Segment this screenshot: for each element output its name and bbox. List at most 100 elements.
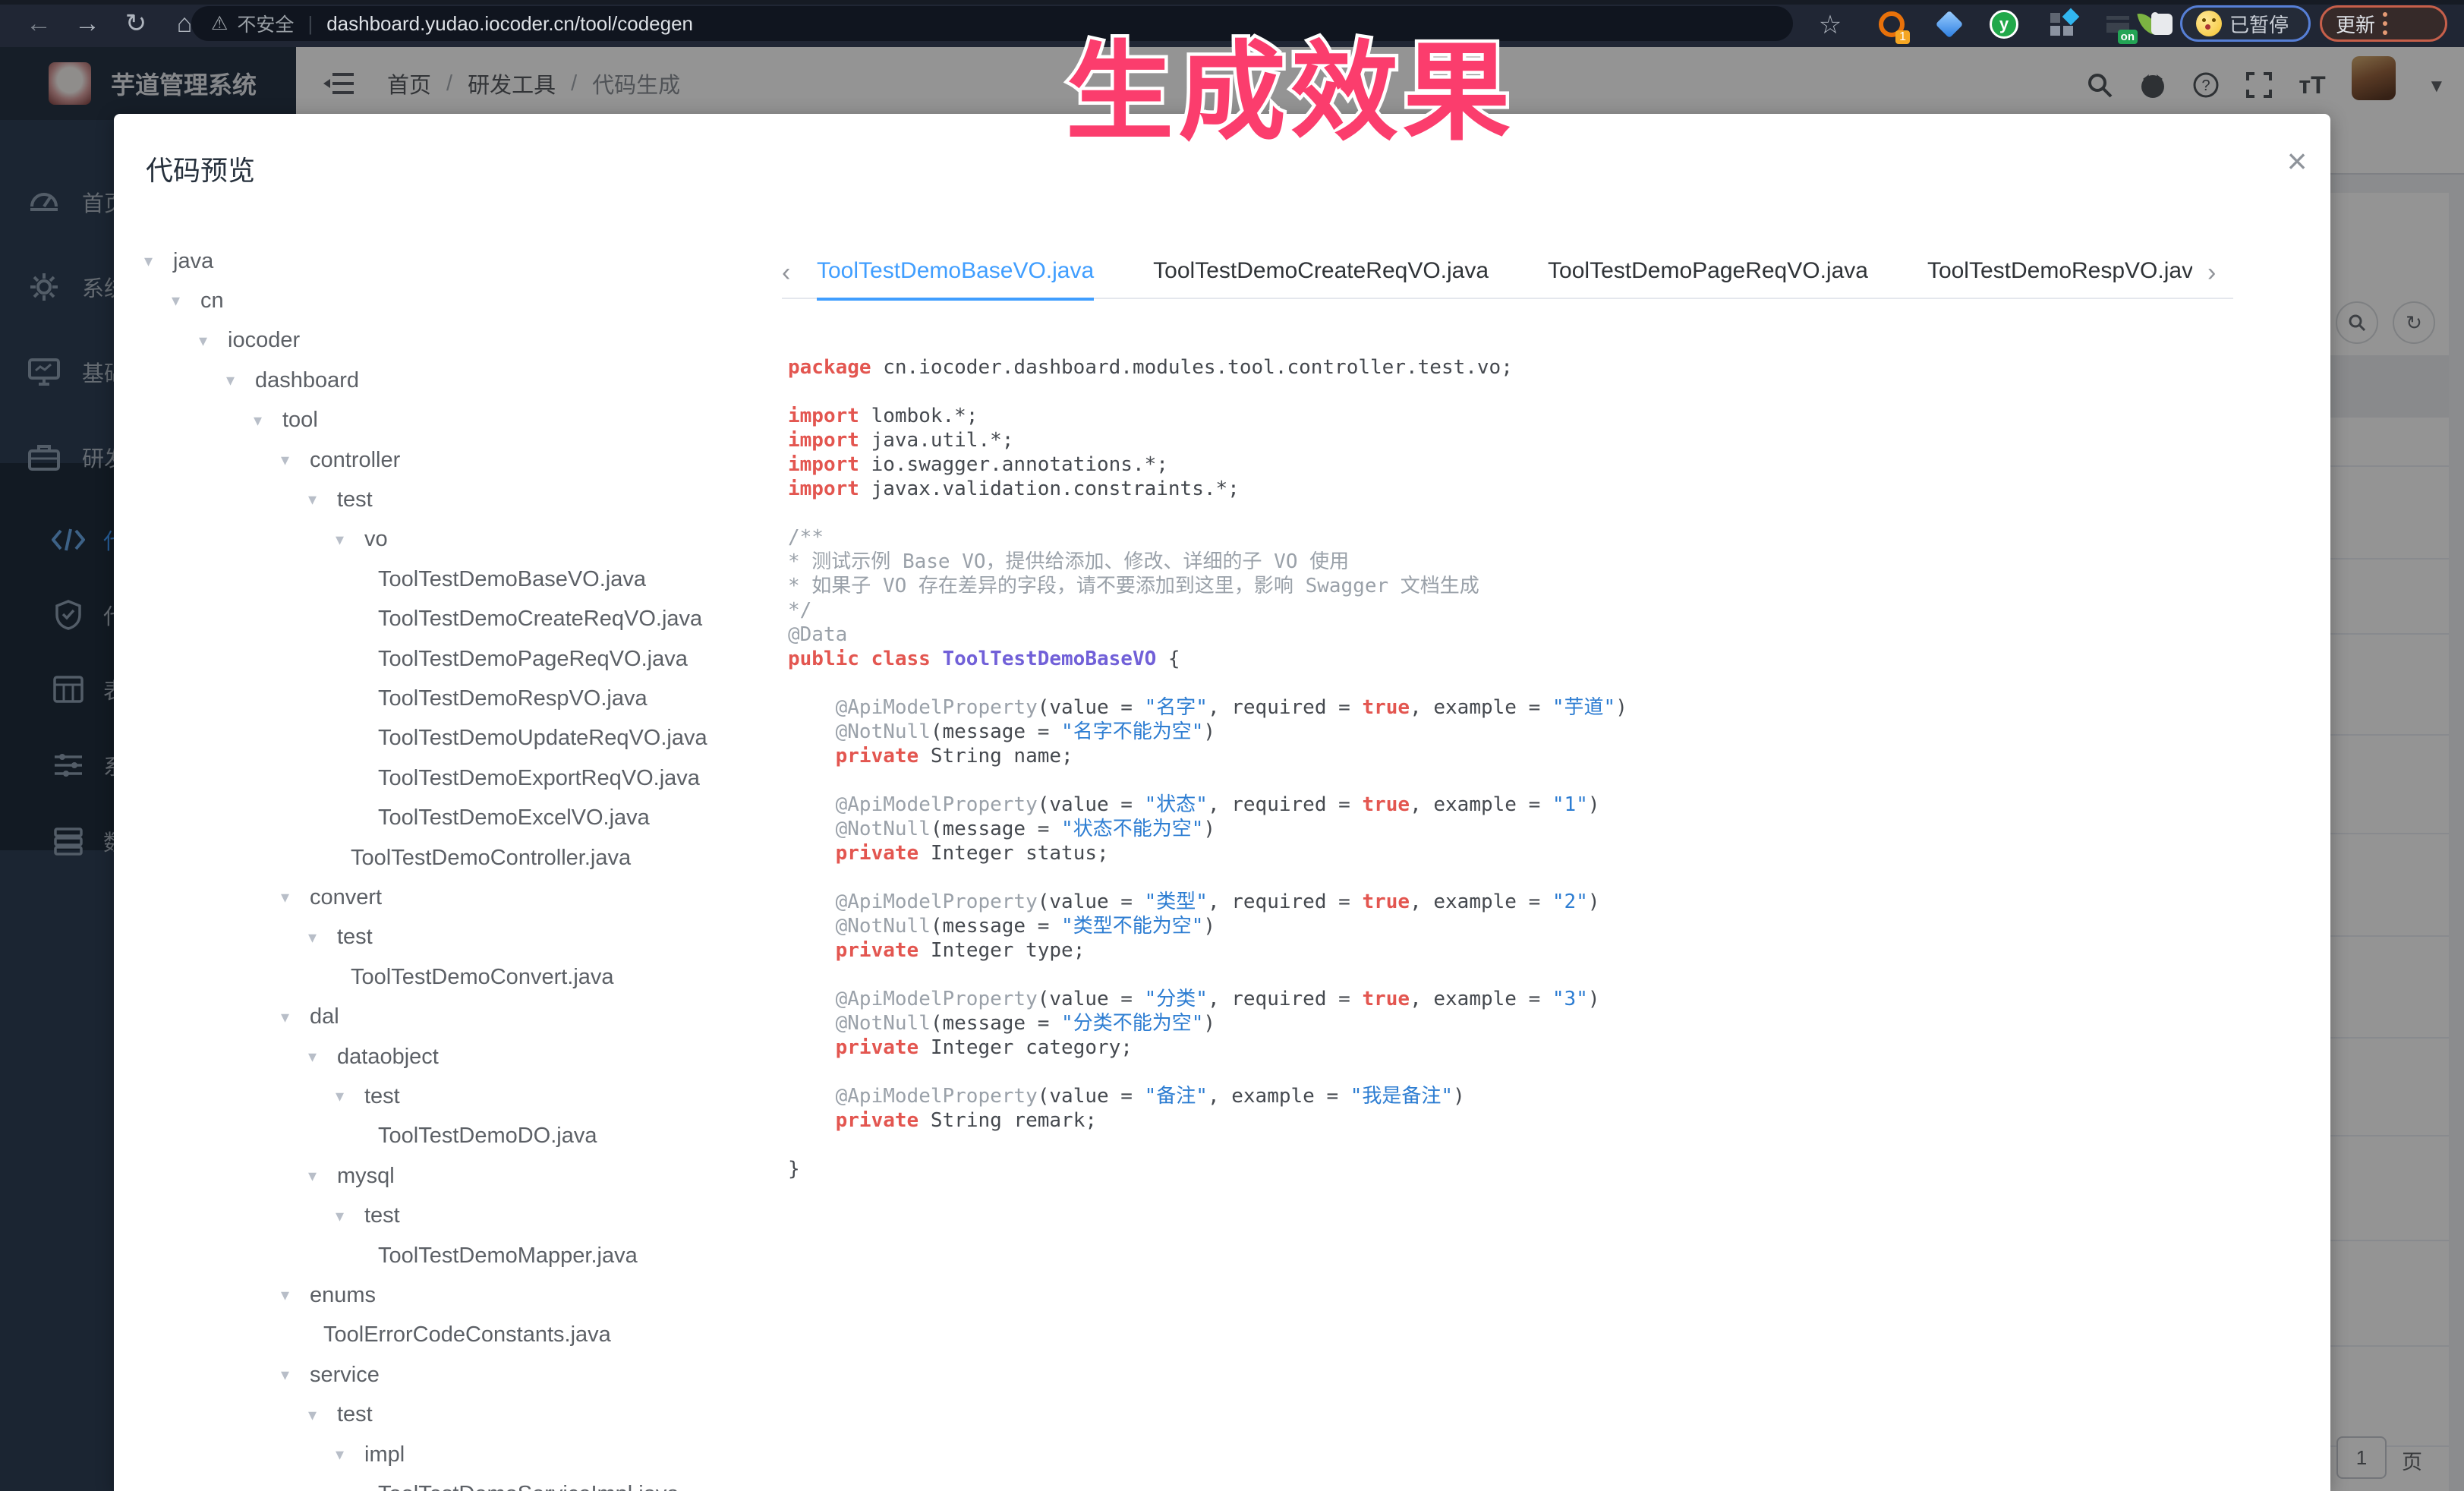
caret-down-icon[interactable]: ▾ [281, 450, 310, 470]
browser-forward-icon[interactable]: → [70, 6, 105, 41]
update-label: 更新 [2336, 10, 2375, 38]
tabs-scroll-left-icon[interactable]: ‹ [782, 258, 790, 288]
dialog-title: 代码预览 [146, 149, 255, 188]
tree-folder-java[interactable]: ▾java [144, 241, 213, 281]
paused-label: 已暂停 [2229, 10, 2289, 38]
extension-grid-icon[interactable] [2045, 8, 2078, 41]
tree-file-ToolTestDemoController.java[interactable]: ToolTestDemoController.java [336, 838, 631, 878]
tree-node-label: impl [364, 1442, 405, 1467]
code-preview-dialog: 代码预览 × ▾java▾cn▾iocoder▾dashboard▾tool▾c… [114, 114, 2330, 1491]
caret-down-icon[interactable]: ▾ [281, 1007, 310, 1027]
extension-orange-icon[interactable]: 1 [1875, 8, 1908, 41]
tree-folder-enums[interactable]: ▾enums [281, 1275, 376, 1315]
tab-ToolTestDemoCreateReqVO.java[interactable]: ToolTestDemoCreateReqVO.java [1153, 251, 1489, 301]
caret-down-icon[interactable]: ▾ [336, 530, 364, 550]
tree-folder-impl[interactable]: ▾impl [336, 1435, 405, 1474]
tree-folder-tool[interactable]: ▾tool [254, 401, 318, 440]
code-line: @NotNull(message = "名字不能为空") [788, 720, 2321, 744]
tree-file-ToolTestDemoMapper.java[interactable]: ToolTestDemoMapper.java [363, 1236, 638, 1275]
caret-down-icon[interactable]: ▾ [336, 1086, 364, 1106]
tree-folder-iocoder[interactable]: ▾iocoder [199, 321, 300, 361]
tree-file-ToolTestDemoBaseVO.java[interactable]: ToolTestDemoBaseVO.java [363, 560, 646, 599]
tree-folder-convert[interactable]: ▾convert [281, 878, 382, 917]
tree-node-label: ToolTestDemoController.java [351, 846, 631, 871]
tree-folder-test[interactable]: ▾test [336, 1196, 400, 1236]
tree-node-label: ToolTestDemoConvert.java [351, 965, 614, 990]
tab-ToolTestDemoBaseVO.java[interactable]: ToolTestDemoBaseVO.java [817, 251, 1094, 301]
browser-back-icon[interactable]: ← [21, 6, 56, 41]
extension-green-y-icon[interactable]: y [1987, 8, 2021, 41]
code-line: public class ToolTestDemoBaseVO { [788, 647, 2321, 671]
tree-folder-dal[interactable]: ▾dal [281, 998, 339, 1037]
code-line: */ [788, 598, 2321, 623]
tree-folder-controller[interactable]: ▾controller [281, 440, 400, 480]
tree-folder-dataobject[interactable]: ▾dataobject [308, 1037, 439, 1076]
code-line: import javax.validation.constraints.*; [788, 477, 2321, 501]
tree-node-label: convert [310, 885, 382, 910]
extension-gem-icon[interactable] [1933, 8, 1966, 41]
tabs-scroll-right-icon[interactable]: › [2207, 258, 2216, 288]
tree-folder-test[interactable]: ▾test [336, 1076, 400, 1116]
caret-down-icon[interactable]: ▾ [172, 291, 200, 310]
tree-node-label: ToolTestDemoDO.java [378, 1124, 597, 1149]
caret-down-icon[interactable]: ▾ [281, 1285, 310, 1305]
security-label: 不安全 [237, 10, 294, 37]
caret-down-icon[interactable]: ▾ [281, 887, 310, 907]
tree-file-ToolErrorCodeConstants.java[interactable]: ToolErrorCodeConstants.java [308, 1316, 611, 1355]
code-line [788, 768, 2321, 793]
code-line: private String remark; [788, 1108, 2321, 1133]
tree-node-label: vo [364, 527, 388, 552]
code-line: @Data [788, 623, 2321, 647]
caret-down-icon[interactable]: ▾ [199, 331, 228, 351]
tree-file-ToolTestDemoServiceImpl.java[interactable]: ToolTestDemoServiceImpl.java [363, 1474, 679, 1491]
code-line: @ApiModelProperty(value = "类型", required… [788, 890, 2321, 914]
tree-folder-dashboard[interactable]: ▾dashboard [226, 361, 359, 400]
browser-update-chip[interactable]: 更新 [2320, 5, 2447, 42]
tree-folder-cn[interactable]: ▾cn [172, 281, 224, 320]
caret-down-icon[interactable]: ▾ [336, 1445, 364, 1464]
tree-folder-test[interactable]: ▾test [308, 480, 373, 519]
code-line: private Integer type; [788, 938, 2321, 963]
tree-file-ToolTestDemoExportReqVO.java[interactable]: ToolTestDemoExportReqVO.java [363, 758, 700, 798]
tree-folder-vo[interactable]: ▾vo [336, 520, 388, 560]
caret-down-icon[interactable]: ▾ [308, 928, 337, 947]
tree-node-label: cn [200, 288, 224, 314]
browser-menu-icon[interactable] [2383, 12, 2387, 35]
browser-address-bar[interactable]: ⚠ 不安全 | dashboard.yudao.iocoder.cn/tool/… [191, 6, 1793, 41]
extension-adblock-on-icon[interactable]: on [2101, 8, 2135, 41]
tab-ToolTestDemoPageReqVO.java[interactable]: ToolTestDemoPageReqVO.java [1548, 251, 1868, 301]
tree-file-ToolTestDemoConvert.java[interactable]: ToolTestDemoConvert.java [336, 957, 614, 997]
caret-down-icon[interactable]: ▾ [254, 411, 282, 430]
tree-file-ToolTestDemoExcelVO.java[interactable]: ToolTestDemoExcelVO.java [363, 799, 650, 838]
tree-node-label: ToolTestDemoUpdateReqVO.java [378, 726, 707, 751]
tab-ToolTestDemoRespVO.java[interactable]: ToolTestDemoRespVO.java [1927, 251, 2192, 301]
bookmark-star-icon[interactable]: ☆ [1813, 8, 1848, 43]
caret-down-icon[interactable]: ▾ [144, 251, 173, 271]
tree-node-label: dataobject [337, 1045, 439, 1070]
caret-down-icon[interactable]: ▾ [308, 490, 337, 509]
tree-file-ToolTestDemoCreateReqVO.java[interactable]: ToolTestDemoCreateReqVO.java [363, 600, 702, 639]
tree-file-ToolTestDemoUpdateReqVO.java[interactable]: ToolTestDemoUpdateReqVO.java [363, 719, 707, 758]
caret-down-icon[interactable]: ▾ [308, 1405, 337, 1425]
extensions-puzzle-icon[interactable] [2145, 8, 2179, 41]
caret-down-icon[interactable]: ▾ [336, 1206, 364, 1226]
caret-down-icon[interactable]: ▾ [308, 1166, 337, 1186]
tree-folder-mysql[interactable]: ▾mysql [308, 1156, 395, 1196]
caret-down-icon[interactable]: ▾ [308, 1047, 337, 1067]
code-line [788, 865, 2321, 890]
tree-folder-service[interactable]: ▾service [281, 1355, 380, 1395]
file-tabs-bar: ‹ ToolTestDemoBaseVO.java ToolTestDemoCre… [782, 251, 2224, 301]
tree-file-ToolTestDemoRespVO.java[interactable]: ToolTestDemoRespVO.java [363, 679, 648, 718]
code-line [788, 671, 2321, 695]
caret-down-icon[interactable]: ▾ [226, 370, 255, 390]
code-line: } [788, 1157, 2321, 1181]
tree-folder-test[interactable]: ▾test [308, 1395, 373, 1435]
tree-file-ToolTestDemoDO.java[interactable]: ToolTestDemoDO.java [363, 1117, 597, 1156]
profile-paused-chip[interactable]: 已暂停 [2180, 5, 2311, 42]
tree-node-label: test [337, 487, 373, 512]
close-icon[interactable]: × [2276, 140, 2318, 182]
tree-folder-test[interactable]: ▾test [308, 918, 373, 957]
tree-file-ToolTestDemoPageReqVO.java[interactable]: ToolTestDemoPageReqVO.java [363, 639, 688, 679]
browser-reload-icon[interactable]: ↻ [118, 6, 153, 41]
caret-down-icon[interactable]: ▾ [281, 1365, 310, 1385]
